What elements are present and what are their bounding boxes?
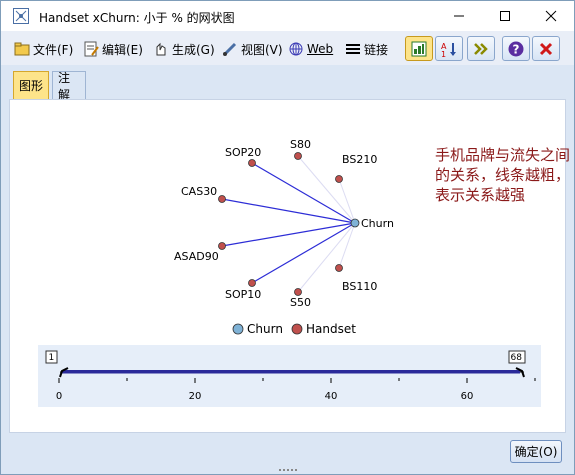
forward-button[interactable]	[467, 36, 495, 61]
label-bs210: BS210	[342, 153, 377, 166]
node-sop10[interactable]	[248, 279, 256, 287]
legend-churn-swatch	[232, 323, 244, 335]
file-icon	[14, 42, 30, 56]
label-asad90: ASAD90	[174, 250, 219, 263]
label-cas30: CAS30	[181, 185, 217, 198]
legend-churn-label: Churn	[247, 322, 283, 336]
menu-edit-label: 编辑(E)	[102, 42, 143, 57]
menu-link[interactable]: 链接	[345, 39, 388, 59]
graph-panel: SOP20 S80 BS210 CAS30 ASAD90 SOP10 S50 B…	[9, 99, 570, 433]
menu-toolbar: 文件(F) 编辑(E) 生成(G) 视图(V) Web 链接 A1 ?	[1, 31, 574, 65]
double-chevron-right-icon	[474, 42, 488, 55]
threshold-slider[interactable]: 1 68 0 20 40 60	[38, 345, 541, 407]
menu-generate-label: 生成(G)	[172, 42, 215, 57]
legend-handset-label: Handset	[306, 322, 356, 336]
slider-tick-label: 20	[189, 391, 202, 402]
window-title: Handset xChurn: 小于 % 的网状图	[39, 11, 235, 25]
web-icon	[289, 42, 303, 56]
slider-tick-label: 40	[325, 391, 338, 402]
minimize-icon	[454, 15, 464, 17]
tab-graph-label: 图形	[19, 79, 44, 93]
menu-file-label: 文件(F)	[33, 42, 74, 57]
label-bs110: BS110	[342, 280, 377, 293]
help-icon: ?	[508, 41, 524, 56]
annotation-text: 手机品牌与流失之间的关系，线条越粗，表示关系越强	[435, 146, 571, 204]
node-bs210[interactable]	[335, 175, 343, 183]
menu-view-label: 视图(V)	[241, 42, 283, 57]
minimize-button[interactable]	[436, 1, 482, 31]
tab-graph[interactable]: 图形	[13, 71, 49, 99]
menu-file[interactable]: 文件(F)	[14, 39, 73, 59]
link-bs210-churn	[338, 178, 356, 224]
sort-icon: A1	[441, 42, 456, 58]
label-sop20: SOP20	[225, 146, 261, 159]
label-churn: Churn	[361, 217, 394, 230]
link-s80-churn	[297, 155, 356, 224]
node-s50[interactable]	[294, 288, 302, 296]
slider-min-label: 1	[49, 353, 55, 363]
maximize-button[interactable]	[482, 1, 528, 31]
svg-text:1: 1	[441, 50, 446, 58]
menu-view[interactable]: 视图(V)	[222, 39, 283, 59]
link-bs110-churn	[338, 222, 356, 269]
menu-generate[interactable]: 生成(G)	[153, 39, 215, 59]
slider-tick-label: 60	[461, 391, 474, 402]
node-s80[interactable]	[294, 152, 302, 160]
brush-icon	[223, 42, 237, 56]
menu-web-label: Web	[307, 42, 334, 56]
title-bar: Handset xChurn: 小于 % 的网状图	[1, 1, 574, 31]
menu-link-label: 链接	[364, 42, 389, 57]
maximize-icon	[500, 11, 510, 21]
red-x-icon	[539, 42, 553, 55]
chart-icon	[411, 41, 427, 56]
slider-max-label: 68	[511, 353, 523, 363]
close-button[interactable]	[528, 1, 574, 31]
ok-button[interactable]: 确定(O)	[510, 440, 562, 463]
menu-web[interactable]: Web	[288, 39, 333, 59]
legend-handset-swatch	[291, 323, 303, 335]
resize-grip-icon[interactable]	[279, 469, 299, 473]
help-button[interactable]: ?	[502, 36, 530, 61]
close-icon	[545, 10, 557, 22]
web-graph: SOP20 S80 BS210 CAS30 ASAD90 SOP10 S50 B…	[174, 138, 394, 336]
node-asad90[interactable]	[218, 242, 226, 250]
svg-text:?: ?	[513, 42, 520, 56]
slider-range[interactable]	[62, 370, 520, 374]
node-churn[interactable]	[350, 218, 360, 228]
label-sop10: SOP10	[225, 288, 261, 301]
edit-icon	[84, 41, 99, 57]
tab-notes-label: 注解	[58, 70, 71, 102]
close-dialog-button[interactable]	[532, 36, 560, 61]
link-icon	[346, 44, 360, 54]
node-cas30[interactable]	[218, 195, 226, 203]
tab-notes[interactable]: 注解	[52, 71, 86, 102]
sort-button[interactable]: A1	[435, 36, 463, 61]
app-icon	[13, 8, 29, 24]
node-sop20[interactable]	[248, 159, 256, 167]
slider-tick-label: 0	[56, 391, 62, 402]
menu-edit[interactable]: 编辑(E)	[83, 39, 143, 59]
dialog-window: Handset xChurn: 小于 % 的网状图 文件(F) 编辑(E) 生成…	[0, 0, 575, 475]
threshold-slider-panel: 1 68 0 20 40 60	[38, 345, 541, 407]
graph-view-button[interactable]	[405, 36, 433, 61]
tab-bar: 图形 注解	[1, 65, 574, 102]
label-s50: S50	[290, 296, 311, 309]
node-bs110[interactable]	[335, 264, 343, 272]
generate-icon	[156, 42, 166, 56]
label-s80: S80	[290, 138, 311, 151]
